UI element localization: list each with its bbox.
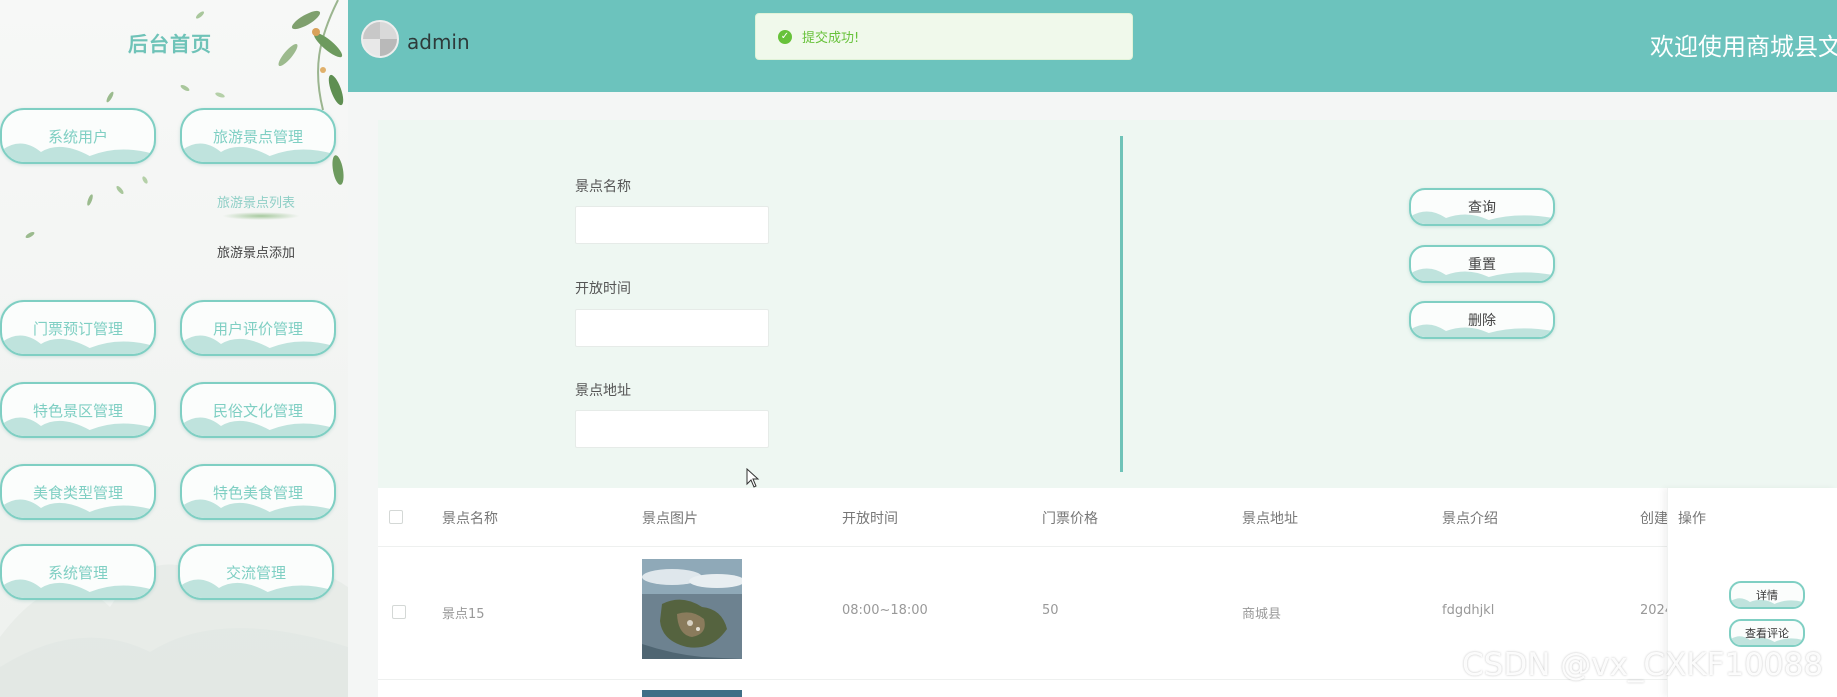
button-label: 查询: [1468, 200, 1496, 216]
menu-label: 美食类型管理: [32, 483, 123, 502]
menu-system-management[interactable]: 系统管理: [0, 544, 156, 600]
view-reviews-button[interactable]: 查看评论: [1729, 619, 1805, 647]
menu-folk-culture-management[interactable]: 民俗文化管理: [180, 382, 336, 438]
reset-button[interactable]: 重置: [1409, 245, 1555, 283]
mouse-cursor-icon: [746, 468, 760, 488]
panel-divider: [1120, 136, 1123, 472]
submenu-scenic-spot-add[interactable]: 旅游景点添加: [217, 242, 295, 261]
csdn-watermark: CSDN @vx_CXKF10088: [1462, 647, 1824, 683]
username[interactable]: admin: [407, 30, 470, 54]
search-panel: 景点名称 开放时间 景点地址 查询 重置 删除: [378, 120, 1837, 488]
submenu-active-underline: [222, 212, 300, 220]
menu-label: 民俗文化管理: [212, 401, 303, 420]
delete-button[interactable]: 删除: [1409, 301, 1555, 339]
button-label: 重置: [1468, 257, 1496, 273]
cell-spot-name: 景点15: [442, 607, 485, 622]
next-row-image: [642, 690, 742, 697]
column-header[interactable]: 门票价格: [1042, 508, 1098, 528]
check-circle-icon: ✓: [778, 29, 792, 44]
cell-ticket-price: 50: [1042, 603, 1059, 618]
column-header: 操作: [1678, 511, 1706, 527]
avatar[interactable]: [361, 20, 399, 58]
open-time-input[interactable]: [575, 309, 769, 347]
menu-label: 交流管理: [225, 563, 286, 582]
column-header[interactable]: 开放时间: [842, 508, 898, 528]
top-header: admin ✓ 提交成功! 欢迎使用商城县文: [348, 0, 1837, 92]
row-checkbox[interactable]: [392, 605, 406, 619]
menu-label: 特色景区管理: [32, 401, 123, 420]
button-label: 查看评论: [1745, 627, 1789, 640]
menu-ticket-booking-management[interactable]: 门票预订管理: [0, 300, 156, 356]
menu-food-type-management[interactable]: 美食类型管理: [0, 464, 156, 520]
toast-message: 提交成功!: [802, 31, 860, 46]
cell-open-time: 08:00~18:00: [842, 603, 928, 618]
column-header[interactable]: 景点介绍: [1442, 508, 1498, 528]
button-label: 详情: [1756, 589, 1778, 602]
welcome-banner: 欢迎使用商城县文: [1650, 33, 1837, 61]
column-header[interactable]: 景点地址: [1242, 508, 1298, 528]
menu-label: 旅游景点管理: [212, 127, 303, 146]
menu-user-review-management[interactable]: 用户评价管理: [180, 300, 336, 356]
select-all-checkbox[interactable]: [389, 510, 403, 524]
column-header: 景点图片: [642, 511, 698, 527]
detail-button[interactable]: 详情: [1729, 581, 1805, 609]
field-label-spot-address: 景点地址: [575, 383, 631, 399]
aerial-island-image: [642, 559, 742, 659]
field-label-open-time: 开放时间: [575, 281, 631, 297]
spot-name-input[interactable]: [575, 206, 769, 244]
menu-label: 系统管理: [47, 563, 108, 582]
spot-image[interactable]: [642, 559, 742, 659]
query-button[interactable]: 查询: [1409, 188, 1555, 226]
menu-system-users[interactable]: 系统用户: [0, 108, 156, 164]
button-label: 删除: [1468, 313, 1496, 329]
column-header[interactable]: 景点名称: [442, 508, 498, 528]
field-label-spot-name: 景点名称: [575, 179, 631, 195]
menu-label: 系统用户: [47, 127, 108, 146]
column-header[interactable]: 创建: [1640, 508, 1668, 528]
menu-scenic-spot-management[interactable]: 旅游景点管理: [180, 108, 336, 164]
table-header: 景点名称 景点图片 开放时间 门票价格 景点地址 景点介绍 创建: [378, 488, 1837, 547]
spot-address-input[interactable]: [575, 410, 769, 448]
submenu-scenic-spot-list[interactable]: 旅游景点列表: [217, 192, 295, 211]
menu-label: 门票预订管理: [32, 319, 123, 338]
menu-featured-scenic-area-management[interactable]: 特色景区管理: [0, 382, 156, 438]
menu-label: 用户评价管理: [212, 319, 303, 338]
menu-exchange-management[interactable]: 交流管理: [178, 544, 334, 600]
sidebar-home-title[interactable]: 后台首页: [128, 28, 212, 57]
cell-spot-address: 商城县: [1242, 607, 1282, 622]
menu-label: 特色美食管理: [212, 483, 303, 502]
sidebar: 后台首页 系统用户 旅游景点管理 旅游景点列表 旅游景点添加 门票预订管理 用户…: [0, 0, 348, 697]
menu-featured-food-management[interactable]: 特色美食管理: [180, 464, 336, 520]
cell-spot-intro: fdgdhjkl: [1442, 603, 1495, 618]
success-toast: ✓ 提交成功!: [755, 13, 1133, 60]
